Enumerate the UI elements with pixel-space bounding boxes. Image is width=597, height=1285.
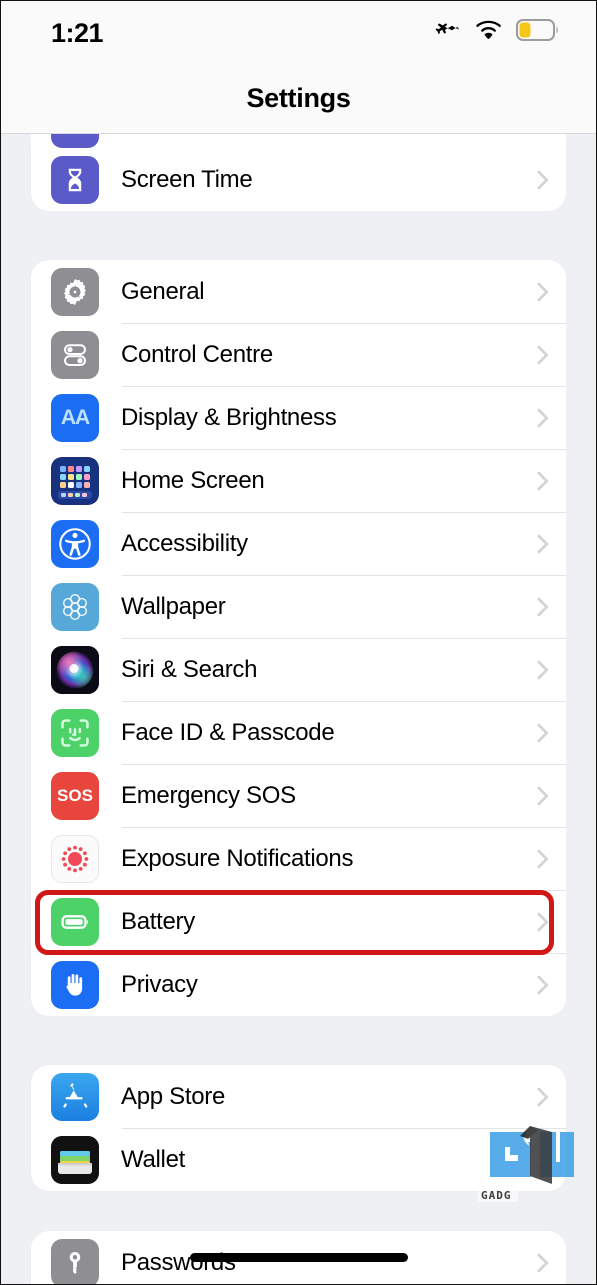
wallet-icon	[51, 1135, 99, 1184]
chevron-right-icon	[531, 785, 544, 807]
chevron-right-icon	[531, 722, 544, 744]
face-id-icon	[51, 708, 99, 757]
chevron-right-icon	[531, 596, 544, 618]
chevron-right-icon	[531, 974, 544, 996]
chevron-right-icon	[531, 344, 544, 366]
settings-row-label: Exposure Notifications	[121, 844, 354, 872]
wallpaper-icon	[51, 582, 99, 631]
settings-row-label: Emergency SOS	[121, 781, 296, 809]
settings-row-control-centre[interactable]: Control Centre	[31, 323, 566, 386]
settings-row-label: Siri & Search	[121, 655, 258, 683]
home-indicator	[189, 1253, 408, 1262]
settings-row-privacy[interactable]: Privacy	[31, 953, 566, 1016]
chevron-right-icon	[531, 848, 544, 870]
settings-row-label: Face ID & Passcode	[121, 718, 335, 746]
chevron-right-icon	[531, 281, 544, 303]
phone-screen: 1:21 Settings Screen Time General Contro…	[1, 1, 596, 1284]
chevron-right-icon	[531, 470, 544, 492]
settings-row-app-store[interactable]: App Store	[31, 1065, 566, 1128]
settings-row-wallet[interactable]: Wallet	[31, 1128, 566, 1191]
settings-group-store: App Store Wallet	[31, 1065, 566, 1191]
status-bar-indicators	[434, 16, 560, 48]
settings-row-label: Accessibility	[121, 529, 248, 557]
airplane-mode-icon	[434, 16, 461, 48]
settings-row-home-screen[interactable]: Home Screen	[31, 449, 566, 512]
settings-row-label: Control Centre	[121, 340, 273, 368]
home-screen-icon	[51, 456, 99, 505]
exposure-notifications-icon	[51, 834, 99, 883]
settings-list[interactable]: Screen Time General Control Centre AA Di…	[1, 134, 596, 1284]
chevron-right-icon	[531, 1149, 544, 1171]
chevron-right-icon	[531, 911, 544, 933]
screen-time-icon	[51, 155, 99, 204]
status-bar: 1:21	[1, 1, 596, 63]
chevron-right-icon	[531, 169, 544, 191]
status-bar-time: 1:21	[51, 17, 104, 48]
privacy-hand-icon	[51, 960, 99, 1009]
settings-row-general[interactable]: General	[31, 260, 566, 323]
general-gear-icon	[51, 267, 99, 316]
settings-row-label: Battery	[121, 907, 195, 935]
settings-row-label: Wallpaper	[121, 592, 226, 620]
chevron-right-icon	[531, 659, 544, 681]
control-centre-icon	[51, 330, 99, 379]
settings-row-emergency-sos[interactable]: SOS Emergency SOS	[31, 764, 566, 827]
partial-row-above	[31, 134, 566, 148]
settings-row-label: Wallet	[121, 1145, 185, 1173]
settings-group-system: General Control Centre AA Display & Brig…	[31, 260, 566, 1016]
emergency-sos-icon: SOS	[51, 771, 99, 820]
battery-settings-icon	[51, 897, 99, 946]
settings-row-siri-search[interactable]: Siri & Search	[31, 638, 566, 701]
settings-row-label: Home Screen	[121, 466, 265, 494]
settings-row-accessibility[interactable]: Accessibility	[31, 512, 566, 575]
wifi-icon	[474, 19, 503, 46]
settings-row-battery[interactable]: Battery	[31, 890, 566, 953]
settings-row-label: Privacy	[121, 970, 198, 998]
app-store-icon	[51, 1072, 99, 1121]
chevron-right-icon	[531, 533, 544, 555]
settings-row-screen-time[interactable]: Screen Time	[31, 148, 566, 211]
settings-row-label: App Store	[121, 1082, 226, 1110]
accessibility-icon	[51, 519, 99, 568]
settings-row-exposure-notifications[interactable]: Exposure Notifications	[31, 827, 566, 890]
settings-group-screentime: Screen Time	[31, 148, 566, 211]
settings-row-display-brightness[interactable]: AA Display & Brightness	[31, 386, 566, 449]
settings-row-wallpaper[interactable]: Wallpaper	[31, 575, 566, 638]
page-title: Settings	[246, 82, 351, 113]
battery-icon	[516, 18, 560, 46]
siri-search-icon	[51, 645, 99, 694]
passwords-key-icon	[51, 1238, 99, 1284]
chevron-right-icon	[531, 1252, 544, 1274]
settings-row-label: General	[121, 277, 205, 305]
settings-row-label: Display & Brightness	[121, 403, 337, 431]
settings-row-label: Screen Time	[121, 165, 253, 193]
display-brightness-icon: AA	[51, 393, 99, 442]
chevron-right-icon	[531, 1086, 544, 1108]
navigation-bar: Settings	[1, 63, 596, 134]
partial-row-icon	[51, 134, 99, 148]
chevron-right-icon	[531, 407, 544, 429]
settings-row-face-id-passcode[interactable]: Face ID & Passcode	[31, 701, 566, 764]
